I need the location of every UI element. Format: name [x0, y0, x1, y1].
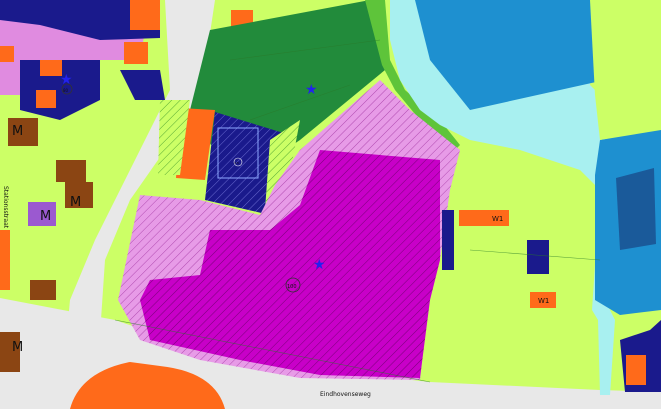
label-m3: M — [40, 209, 51, 224]
label-height-b: 4,5 — [234, 161, 239, 165]
label-height: 100 — [287, 284, 297, 290]
street-label-2: Stationsstraat — [2, 186, 9, 229]
label-w1-a: W1 — [492, 215, 503, 223]
label-w1-b: W1 — [538, 297, 549, 305]
label-height-small: 80 — [63, 88, 69, 93]
label-m4: M — [12, 340, 23, 355]
zoning-map[interactable]: ★ ★ ★ M M M M W1 W1 Eindhovenseweg Stati… — [0, 0, 661, 409]
street-label: Eindhovenseweg — [320, 391, 371, 398]
map-labels: M M M M W1 W1 Eindhovenseweg Stationsstr… — [2, 83, 549, 398]
label-m2: M — [70, 195, 81, 210]
label-m1: M — [12, 124, 23, 139]
